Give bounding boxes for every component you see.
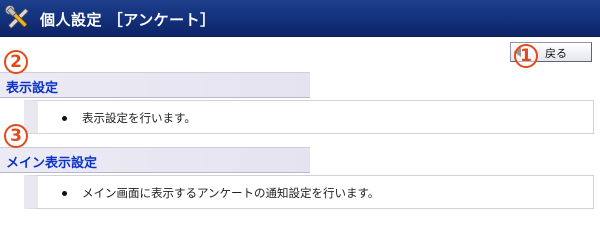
section-header-display: 表示設定 [0,72,310,98]
section-body-display: 表示設定を行います。 [24,100,594,134]
callout-number: 1 [514,44,538,68]
title-bar: 個人設定 ［アンケート］ [0,0,600,37]
section-body-main-display: メイン画面に表示するアンケートの通知設定を行います。 [24,175,594,209]
list-item: 表示設定を行います。 [82,111,196,125]
bullet-icon [62,116,67,121]
tools-icon [4,4,32,32]
callout-number: 3 [4,124,28,148]
section-title: メイン表示設定 [6,156,98,171]
section-title: 表示設定 [6,81,59,96]
section-header-main-display: メイン表示設定 [0,147,310,173]
back-button-label: 戻る [545,47,567,60]
page-title: 個人設定 ［アンケート］ [40,11,216,29]
callout-number: 2 [4,50,28,74]
list-item: メイン画面に表示するアンケートの通知設定を行います。 [82,186,380,200]
bullet-icon [62,191,67,196]
